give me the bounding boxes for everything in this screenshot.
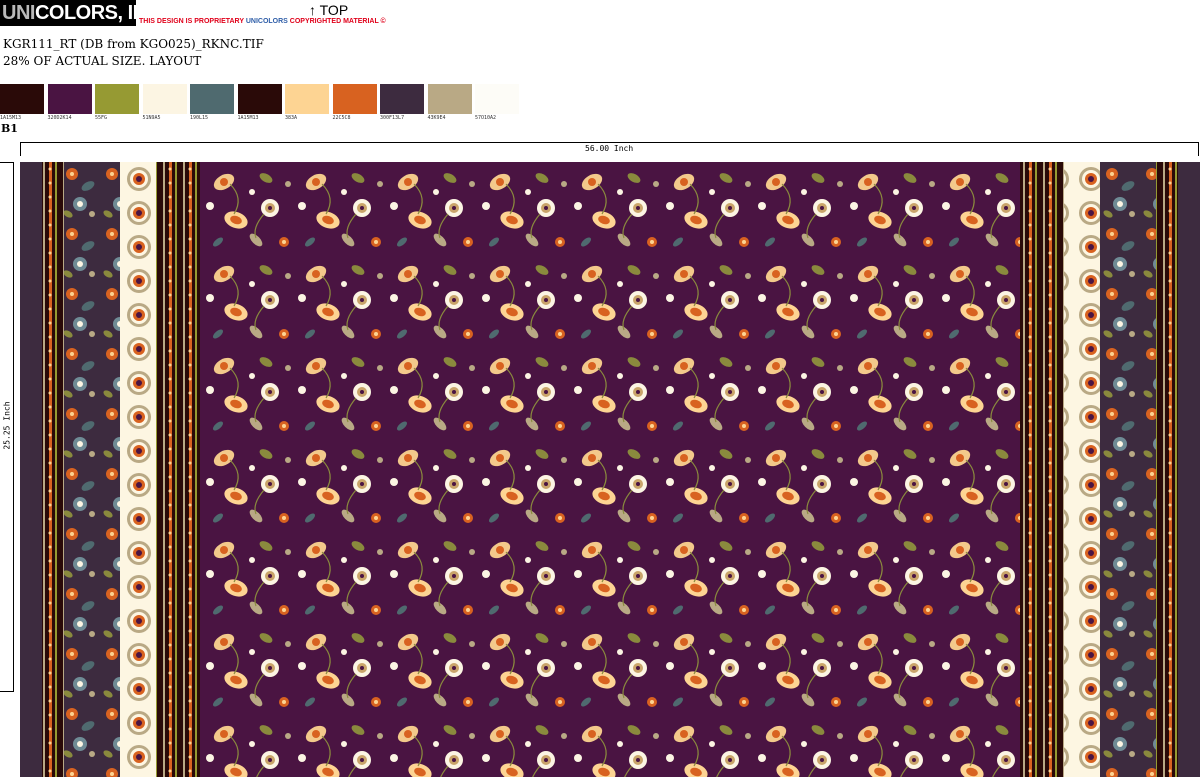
swatch-chip: [47, 84, 92, 114]
width-ruler-label: 56.00 Inch: [585, 144, 634, 153]
swatch-chip: [285, 84, 329, 114]
fabric-pattern-preview: [20, 162, 1200, 777]
color-swatch: 320D2K14: [47, 84, 92, 121]
left-border-vine: [64, 162, 120, 777]
color-swatch: 55FG: [95, 84, 139, 121]
color-swatch: 300F13L7: [380, 84, 424, 121]
swatch-code: 190L15: [190, 115, 209, 121]
swatch-chip: [237, 84, 282, 114]
color-swatch: 51N9A5: [142, 84, 187, 121]
color-swatch: 1A15M13: [237, 84, 282, 121]
file-name: KGR111_RT (DB from KGO025)_RKNC.TIF: [3, 37, 264, 51]
swatch-chip: [332, 84, 377, 114]
unicolors-logo: UNICOLORS, INC.: [0, 0, 136, 26]
notice-brand: UNICOLORS: [245, 18, 288, 25]
swatch-code: 320D2K14: [47, 115, 72, 121]
right-border-vine: [1100, 162, 1156, 777]
color-swatch: 57O10A2: [475, 84, 519, 121]
left-border-inner-stripe: [156, 162, 200, 777]
swatch-code: 1A15M13: [0, 115, 22, 121]
proprietary-notice: THIS DESIGN IS PROPRIETARY UNICOLORS COP…: [139, 18, 386, 25]
swatch-code: 57O10A2: [475, 115, 497, 121]
color-swatch: 383A: [285, 84, 329, 121]
left-border-solid: [20, 162, 42, 777]
swatch-chip: [475, 84, 519, 114]
logo-prefix: UNI: [2, 2, 35, 24]
swatch-code: 55FG: [95, 115, 108, 121]
scale-label: 28% OF ACTUAL SIZE. LAYOUT: [3, 54, 202, 68]
color-swatch: 43K9E4: [427, 84, 472, 121]
swatch-code: 1A15M13: [237, 115, 259, 121]
swatch-code: 300F13L7: [380, 115, 405, 121]
swatch-code: 22C5C8: [332, 115, 351, 121]
color-swatch: 1A15M13: [0, 84, 44, 121]
swatch-code: 51N9A5: [142, 115, 161, 121]
swatch-chip: [380, 84, 424, 114]
swatch-chip: [0, 84, 44, 114]
swatch-code: 43K9E4: [427, 115, 446, 121]
top-indicator: ↑ TOP: [309, 2, 349, 18]
main-floral-field: [200, 162, 1020, 777]
right-border-solid: [1178, 162, 1200, 777]
notice-prefix: THIS DESIGN IS PROPRIETARY: [139, 18, 246, 25]
swatch-chip: [427, 84, 472, 114]
left-border-medallions: [120, 162, 156, 777]
swatch-chip: [95, 84, 139, 114]
color-swatch: 190L15: [190, 84, 234, 121]
swatch-chip: [190, 84, 234, 114]
left-border-stripe: [42, 162, 64, 777]
floral-border-print: [20, 162, 1200, 777]
right-border-stripe: [1156, 162, 1178, 777]
height-ruler-label: 25.25 Inch: [2, 401, 12, 450]
logo-suffix: COLORS, INC.: [34, 2, 136, 24]
swatch-code: 383A: [285, 115, 298, 121]
right-border-inner-stripe: [1020, 162, 1064, 777]
colorway-label: B1: [1, 122, 18, 135]
notice-suffix: COPYRIGHTED MATERIAL ©: [287, 18, 386, 25]
swatch-chip: [142, 84, 187, 114]
right-border-medallions: [1064, 162, 1100, 777]
color-swatch: 22C5C8: [332, 84, 377, 121]
